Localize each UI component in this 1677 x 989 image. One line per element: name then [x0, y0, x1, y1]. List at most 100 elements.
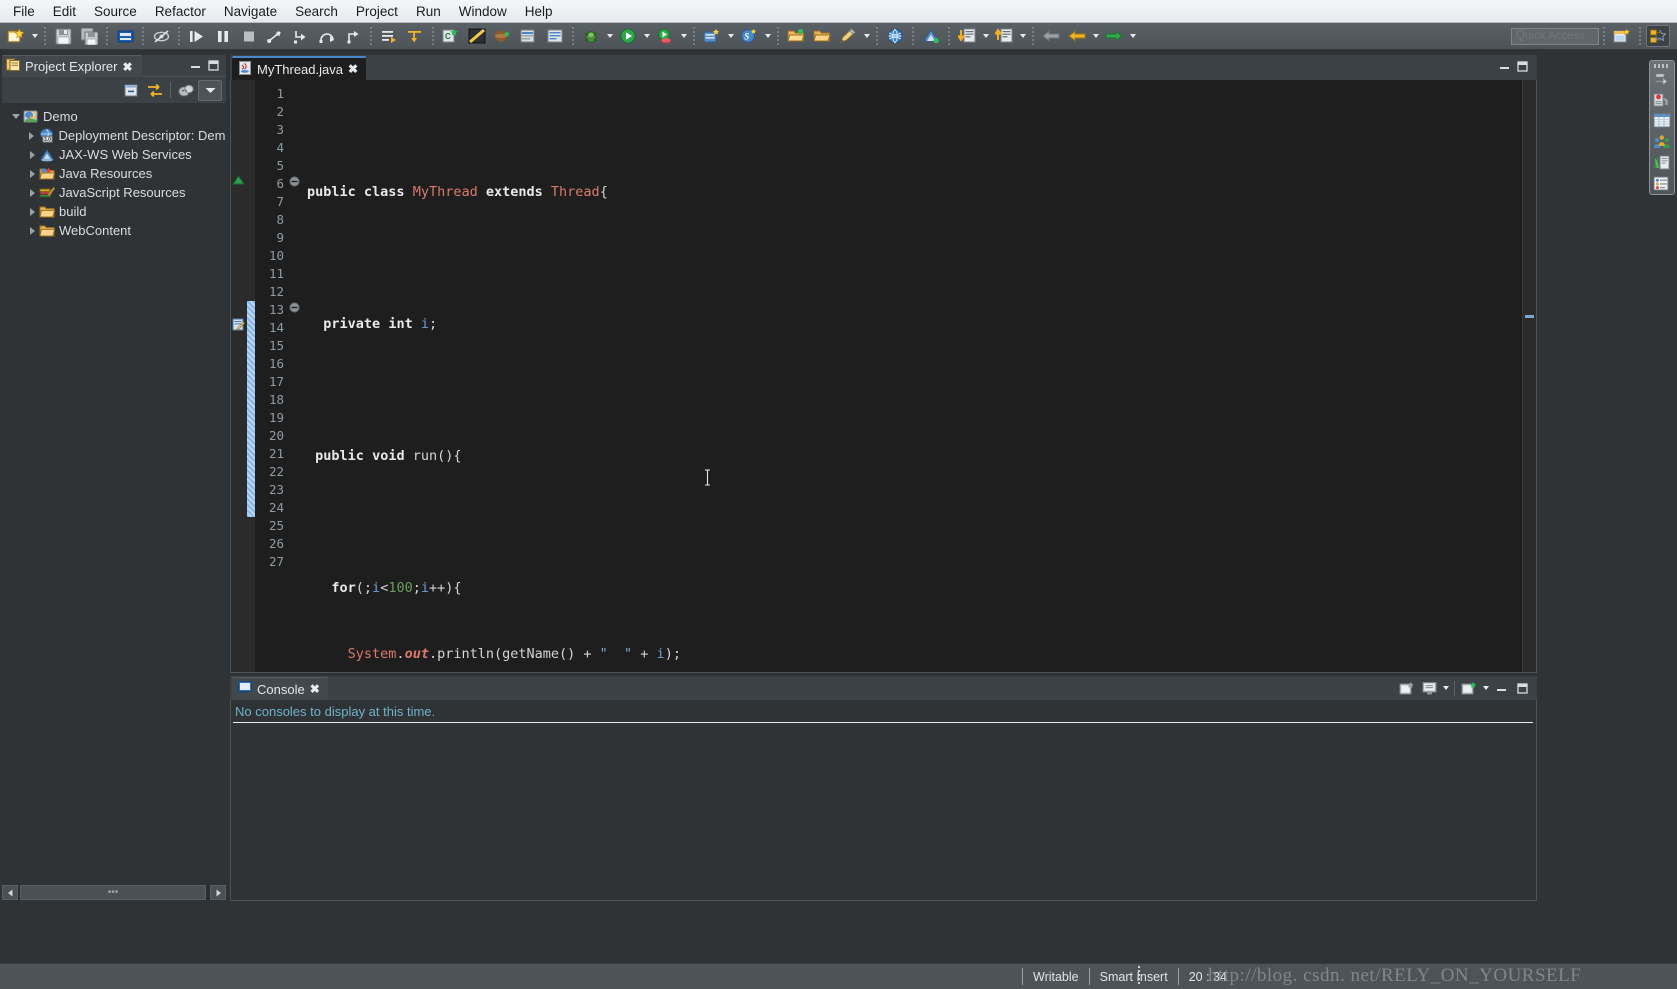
debug-icon[interactable]: [579, 25, 603, 47]
search-icon[interactable]: S: [737, 25, 761, 47]
servers-icon[interactable]: [1651, 89, 1673, 110]
code-line-6[interactable]: public void run(){: [301, 447, 1536, 465]
menu-window[interactable]: Window: [450, 1, 516, 22]
edit-dropdown-arrow-icon[interactable]: [861, 25, 872, 47]
suspend-icon[interactable]: [211, 25, 235, 47]
open-folder-icon[interactable]: [784, 25, 808, 47]
menu-source[interactable]: Source: [85, 1, 146, 22]
scroll-right-icon[interactable]: [210, 885, 226, 900]
terminate-icon[interactable]: [237, 25, 261, 47]
twisty-collapsed-icon[interactable]: [26, 183, 38, 202]
use-step-filters-icon[interactable]: [403, 25, 427, 47]
twisty-collapsed-icon[interactable]: [26, 164, 38, 183]
new-console-view-icon[interactable]: [1458, 678, 1480, 698]
code-line-2[interactable]: public class MyThread extends Thread{: [301, 183, 1536, 201]
menu-search[interactable]: Search: [286, 1, 347, 22]
project-explorer-tab[interactable]: Project Explorer ✖: [2, 55, 142, 77]
save-icon[interactable]: [51, 25, 75, 47]
quick-access-input[interactable]: [1511, 27, 1599, 45]
close-icon[interactable]: ✖: [122, 61, 132, 73]
twisty-collapsed-icon[interactable]: [26, 202, 38, 221]
disconnect-icon[interactable]: [263, 25, 287, 47]
display-selected-console-icon[interactable]: [1418, 678, 1440, 698]
editor-overview-ruler[interactable]: [1522, 80, 1536, 672]
code-line-3[interactable]: [301, 249, 1536, 267]
close-icon[interactable]: ✖: [310, 683, 320, 695]
tree-item-build[interactable]: build: [2, 202, 226, 221]
step-over-icon[interactable]: [315, 25, 339, 47]
fold-collapse-icon[interactable]: [289, 175, 300, 190]
open-task-icon[interactable]: [543, 25, 567, 47]
toggle-mark-occurrences-icon[interactable]: [149, 25, 173, 47]
view-menu-icon[interactable]: [198, 79, 222, 101]
properties-icon[interactable]: [1651, 110, 1673, 131]
code-line-9[interactable]: System.out.println(getName() + " " + i);: [301, 645, 1536, 663]
skip-all-breakpoints-icon[interactable]: [377, 25, 401, 47]
editor-tab-mythread-java[interactable]: MyThread.java ✖: [232, 56, 367, 80]
resume-icon[interactable]: [185, 25, 209, 47]
close-icon[interactable]: ✖: [348, 63, 358, 75]
run-dropdown-arrow-icon[interactable]: [641, 25, 652, 47]
code-line-8[interactable]: for(;i<100;i++){: [301, 579, 1536, 597]
link-with-editor-icon[interactable]: [143, 80, 167, 101]
debug-dropdown-arrow-icon[interactable]: [604, 25, 615, 47]
step-return-icon[interactable]: [341, 25, 365, 47]
server-dropdown-arrow-icon[interactable]: [725, 25, 736, 47]
console-dropdown-arrow-icon[interactable]: [1440, 677, 1451, 699]
minimize-icon[interactable]: [1498, 60, 1511, 73]
java-ee-perspective-icon[interactable]: [1646, 25, 1670, 47]
code-line-1[interactable]: [301, 117, 1536, 135]
back-icon[interactable]: [1039, 25, 1063, 47]
run-icon[interactable]: [616, 25, 640, 47]
back-dropdown-arrow-icon[interactable]: [1090, 25, 1101, 47]
editor-body[interactable]: 1 2 3 4 5 6 7 8 9 10 11 12 13 14 15 16 1…: [230, 80, 1537, 673]
maximize-icon[interactable]: [207, 59, 220, 72]
new-console-dropdown-arrow-icon[interactable]: [1480, 677, 1491, 699]
editor-annotation-ruler[interactable]: [231, 80, 247, 672]
new-java-class-icon[interactable]: C: [439, 25, 463, 47]
menu-refactor[interactable]: Refactor: [146, 1, 215, 22]
minimize-icon[interactable]: [1495, 682, 1508, 695]
run-external-tools-icon[interactable]: [653, 25, 677, 47]
last-edit-location-icon[interactable]: [1102, 25, 1126, 47]
code-line-5[interactable]: [301, 381, 1536, 399]
jaxws-icon[interactable]: [919, 25, 943, 47]
new-server-icon[interactable]: [700, 25, 724, 47]
project-tree[interactable]: Demo 3.0 Deployment Descriptor: Demo JAX…: [2, 103, 226, 883]
menu-project[interactable]: Project: [347, 1, 407, 22]
minimize-icon[interactable]: [189, 59, 202, 72]
new-java-project-icon[interactable]: [517, 25, 541, 47]
menu-run[interactable]: Run: [407, 1, 450, 22]
tree-item-javascript-resources[interactable]: JavaScript Resources: [2, 183, 226, 202]
editor-code[interactable]: public class MyThread extends Thread{ pr…: [301, 80, 1536, 672]
save-all-icon[interactable]: [77, 25, 101, 47]
outline-icon[interactable]: [1651, 173, 1673, 194]
menu-edit[interactable]: Edit: [44, 1, 85, 22]
twisty-expanded-icon[interactable]: [10, 107, 22, 126]
new-wizard-dropdown-arrow-icon[interactable]: [29, 25, 40, 47]
maximize-icon[interactable]: [1516, 60, 1529, 73]
twisty-collapsed-icon[interactable]: [26, 126, 38, 145]
code-line-7[interactable]: [301, 513, 1536, 531]
collapse-all-icon[interactable]: [119, 80, 143, 101]
forward-back-icon[interactable]: [1065, 25, 1089, 47]
maximize-icon[interactable]: [1516, 682, 1529, 695]
tree-item-java-resources[interactable]: Java Resources: [2, 164, 226, 183]
next-annotation-dropdown-arrow-icon[interactable]: [980, 25, 991, 47]
tree-item-jaxws-web-services[interactable]: JAX-WS Web Services: [2, 145, 226, 164]
hscroll-thumb[interactable]: •••: [20, 885, 206, 900]
project-explorer-hscrollbar[interactable]: •••: [2, 884, 226, 901]
open-type-icon[interactable]: [465, 25, 489, 47]
previous-annotation-dropdown-arrow-icon[interactable]: [1017, 25, 1028, 47]
twisty-collapsed-icon[interactable]: [26, 145, 38, 164]
edit-icon[interactable]: [836, 25, 860, 47]
console-tab[interactable]: Console ✖: [232, 677, 328, 700]
next-annotation-icon[interactable]: [955, 25, 979, 47]
open-perspective-icon[interactable]: [1610, 25, 1634, 47]
print-icon[interactable]: [113, 25, 137, 47]
previous-annotation-icon[interactable]: [992, 25, 1016, 47]
tree-item-webcontent[interactable]: WebContent: [2, 221, 226, 240]
focus-on-active-task-icon[interactable]: [174, 80, 198, 101]
team-icon[interactable]: [1651, 131, 1673, 152]
external-tools-dropdown-arrow-icon[interactable]: [678, 25, 689, 47]
